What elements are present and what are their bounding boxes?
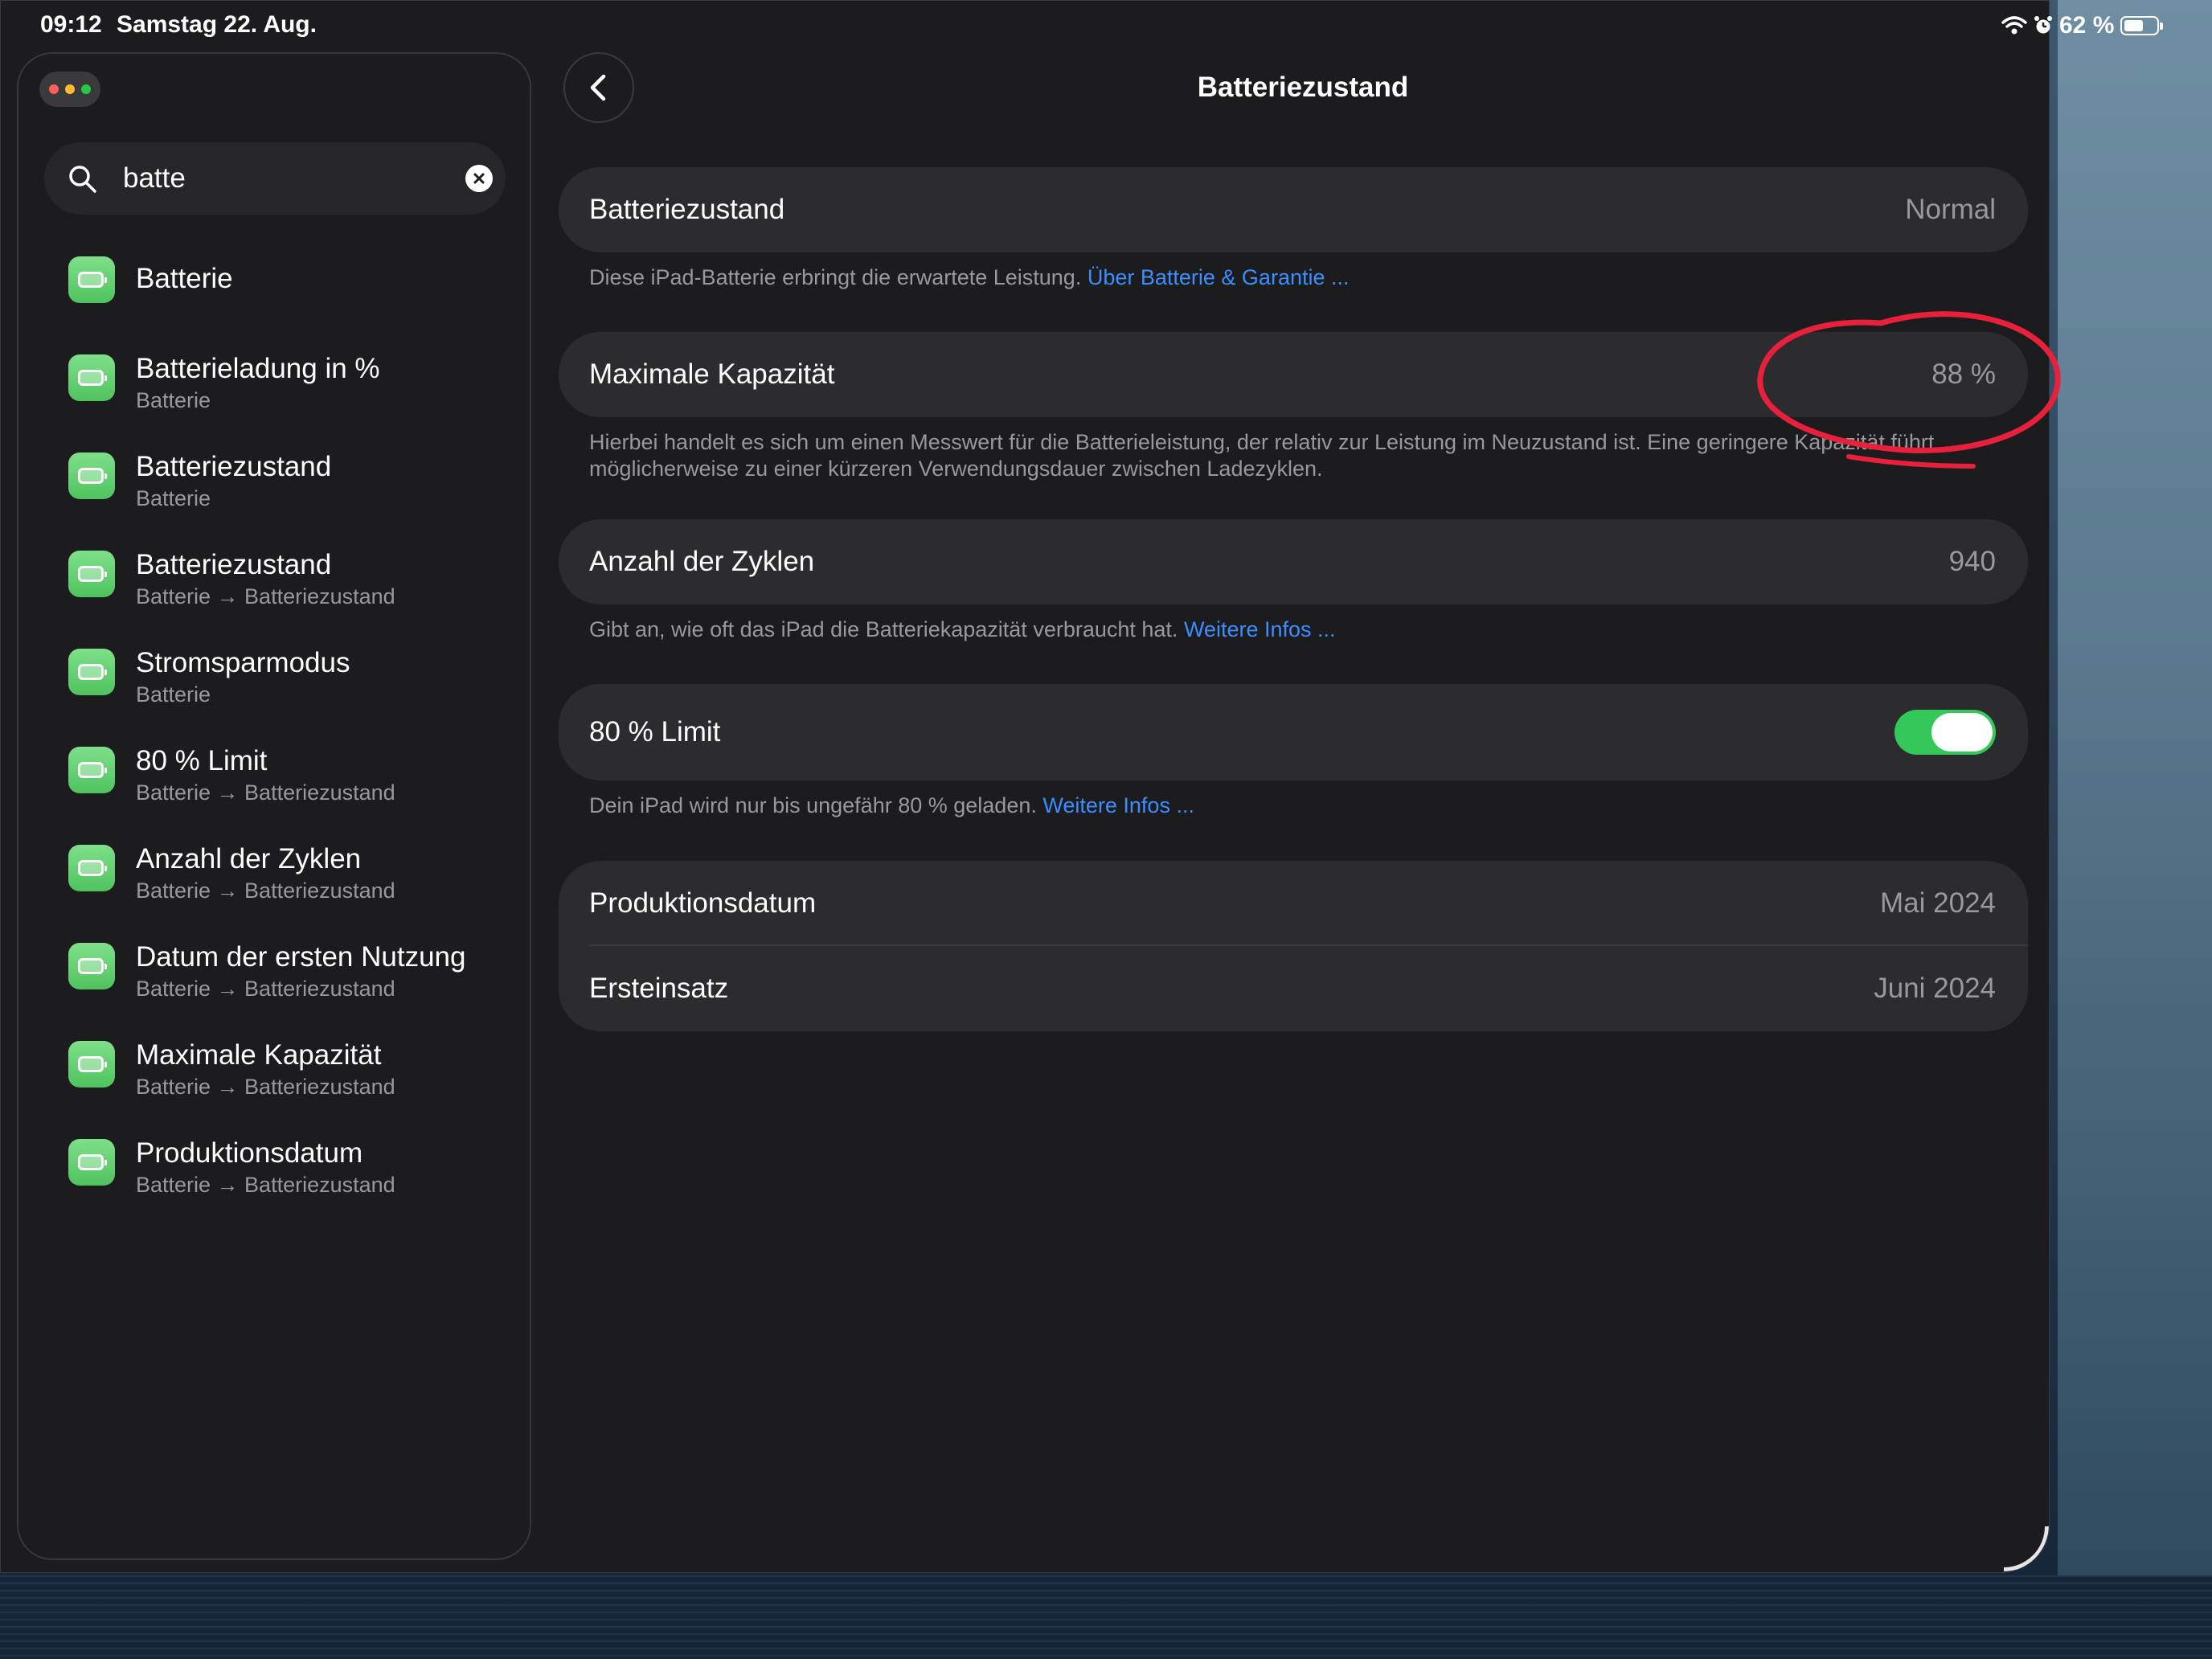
clear-search-button[interactable] [465, 165, 493, 192]
close-icon [473, 173, 485, 184]
close-dot-icon [49, 84, 59, 94]
battery-settings-icon [68, 747, 115, 793]
max-capacity-row: Maximale Kapazität 88 % [559, 332, 2028, 417]
first-use-row: Ersteinsatz Juni 2024 [559, 946, 2028, 1031]
result-subtitle: Batterie → Batteriezustand [136, 977, 395, 1001]
search-result-item[interactable]: Produktionsdatum Batterie → Batteriezust… [18, 1129, 530, 1227]
status-time: 09:12 [40, 11, 102, 38]
first-use-value: Juni 2024 [1874, 973, 1996, 1004]
search-result-item[interactable]: Batteriezustand Batterie [18, 443, 530, 541]
battery-health-row: Batteriezustand Normal [559, 167, 2028, 252]
search-result-item[interactable]: Batteriezustand Batterie → Batteriezusta… [18, 541, 530, 639]
search-result-item[interactable]: Maximale Kapazität Batterie → Batteriezu… [18, 1031, 530, 1129]
search-result-item[interactable]: Stromsparmodus Batterie [18, 639, 530, 737]
battery-settings-icon [68, 1041, 115, 1088]
search-result-item[interactable]: 80 % Limit Batterie → Batteriezustand [18, 737, 530, 835]
charge-limit-row: 80 % Limit [559, 684, 2028, 780]
charge-limit-group: 80 % Limit [559, 684, 2028, 780]
battery-settings-icon [68, 551, 115, 597]
status-right: 62 % [2001, 10, 2164, 42]
result-title: Produktionsdatum [136, 1137, 363, 1169]
cycle-count-group: Anzahl der Zyklen 940 [559, 519, 2028, 604]
result-title: Batterie [136, 263, 233, 294]
row-label: Anzahl der Zyklen [589, 546, 815, 577]
result-subtitle: Batterie → Batteriezustand [136, 879, 395, 903]
battery-health-footnote: Diese iPad-Batterie erbringt die erwarte… [589, 265, 1350, 289]
search-result-item[interactable]: Anzahl der Zyklen Batterie → Batteriezus… [18, 835, 530, 933]
search-results: Batterie Batterieladung in % Batterie Ba… [18, 247, 530, 1227]
settings-window: batte Batterie Batterieladung in % Batte… [0, 0, 2050, 1573]
battery-settings-icon [68, 649, 115, 695]
result-subtitle: Batterie → Batteriezustand [136, 1173, 395, 1197]
result-title: Batteriezustand [136, 549, 332, 580]
max-capacity-group: Maximale Kapazität 88 % [559, 332, 2028, 417]
battery-settings-icon [68, 1139, 115, 1186]
row-label: Ersteinsatz [589, 973, 729, 1004]
wifi-icon [2001, 16, 2027, 35]
battery-settings-icon [68, 256, 115, 303]
warranty-link[interactable]: Über Batterie & Garantie ... [1088, 265, 1350, 289]
window-controls-button[interactable] [39, 72, 100, 107]
status-date: Samstag 22. Aug. [117, 11, 317, 38]
back-button[interactable] [563, 52, 634, 123]
minimize-dot-icon [65, 84, 75, 94]
cycle-count-footnote: Gibt an, wie oft das iPad die Batterieka… [589, 617, 1336, 641]
cycle-count-value: 940 [1948, 546, 1996, 577]
alarm-icon [2034, 16, 2052, 34]
row-label: Produktionsdatum [589, 887, 817, 919]
result-subtitle: Batterie → Batteriezustand [136, 584, 395, 608]
result-subtitle: Batterie [136, 682, 211, 707]
resize-handle[interactable] [2004, 1526, 2049, 1571]
result-subtitle: Batterie [136, 388, 211, 412]
dates-group: Produktionsdatum Mai 2024 Ersteinsatz Ju… [559, 861, 2028, 1031]
more-info-link[interactable]: Weitere Infos ... [1184, 617, 1336, 641]
search-field[interactable]: batte [44, 142, 506, 215]
max-capacity-value: 88 % [1931, 358, 1996, 390]
battery-settings-icon [68, 845, 115, 891]
result-title: Batteriezustand [136, 451, 332, 482]
charge-limit-toggle[interactable] [1895, 710, 1996, 755]
cycle-count-row: Anzahl der Zyklen 940 [559, 519, 2028, 604]
row-label: Batteriezustand [589, 194, 785, 225]
search-input[interactable]: batte [123, 160, 186, 197]
search-icon [67, 163, 99, 195]
battery-settings-icon [68, 943, 115, 989]
search-result-item[interactable]: Batterie [18, 247, 530, 345]
charge-limit-footnote: Dein iPad wird nur bis ungefähr 80 % gel… [589, 793, 1194, 817]
status-bar: 09:12 Samstag 22. Aug. 62 % [0, 0, 2212, 51]
result-title: 80 % Limit [136, 745, 268, 776]
max-capacity-footnote: Hierbei handelt es sich um einen Messwer… [589, 430, 1935, 481]
result-title: Batterieladung in % [136, 353, 380, 384]
page-title: Batteriezustand [1197, 72, 1409, 103]
search-result-item[interactable]: Batterieladung in % Batterie [18, 345, 530, 443]
result-subtitle: Batterie → Batteriezustand [136, 1075, 395, 1099]
result-title: Anzahl der Zyklen [136, 843, 362, 875]
wallpaper-edge [2058, 0, 2212, 1575]
chevron-left-icon [590, 74, 606, 101]
battery-settings-icon [68, 453, 115, 499]
result-title: Datum der ersten Nutzung [136, 941, 466, 973]
battery-health-value: Normal [1905, 194, 1996, 225]
production-date-row: Produktionsdatum Mai 2024 [559, 861, 2028, 946]
zoom-dot-icon [81, 84, 91, 94]
production-date-value: Mai 2024 [1880, 887, 1996, 919]
result-subtitle: Batterie [136, 486, 211, 510]
result-title: Stromsparmodus [136, 647, 350, 678]
battery-settings-icon [68, 354, 115, 401]
result-subtitle: Batterie → Batteriezustand [136, 780, 395, 805]
sidebar: batte Batterie Batterieladung in % Batte… [17, 52, 531, 1560]
wallpaper-ripples [0, 1575, 2212, 1659]
battery-health-group: Batteriezustand Normal [559, 167, 2028, 252]
row-label: 80 % Limit [589, 716, 721, 748]
more-info-link[interactable]: Weitere Infos ... [1043, 793, 1194, 817]
search-result-item[interactable]: Datum der ersten Nutzung Batterie → Batt… [18, 933, 530, 1031]
battery-percent: 62 % [2059, 12, 2115, 39]
result-title: Maximale Kapazität [136, 1039, 382, 1071]
battery-icon [2120, 16, 2164, 35]
row-label: Maximale Kapazität [589, 358, 835, 390]
